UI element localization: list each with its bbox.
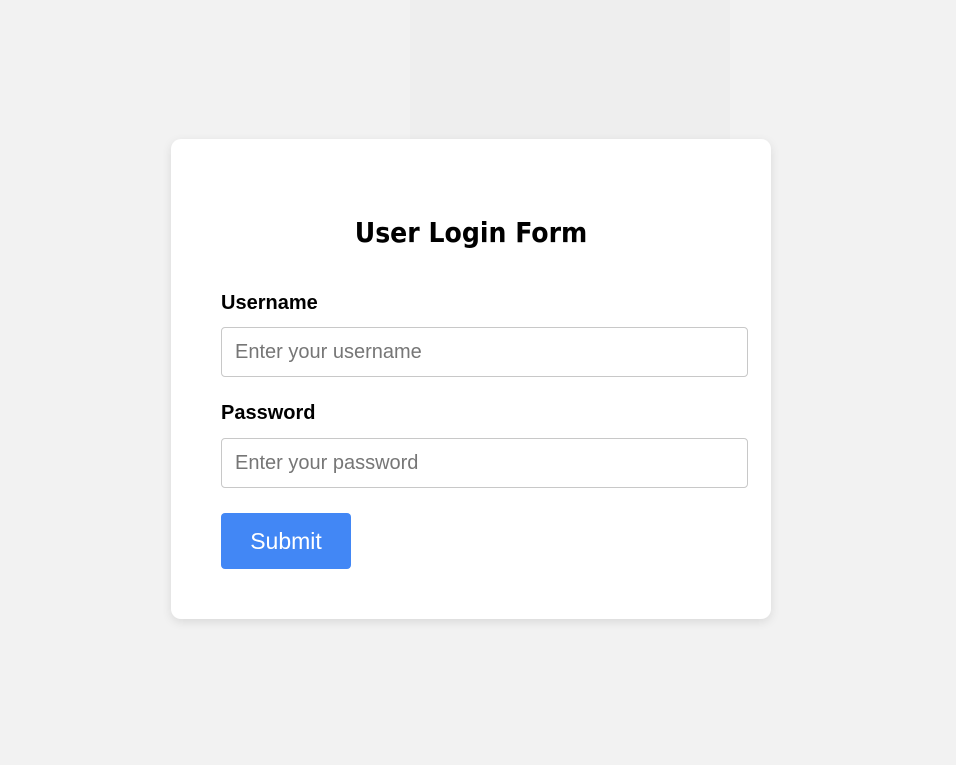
- background-panel: [410, 0, 730, 160]
- password-label: Password: [221, 402, 316, 424]
- submit-button[interactable]: Submit: [221, 513, 351, 569]
- form-title: User Login Form: [354, 216, 588, 249]
- login-card: User Login Form Username Password Submit: [171, 139, 771, 619]
- username-input[interactable]: [221, 327, 748, 377]
- username-label: Username: [221, 292, 318, 314]
- password-input[interactable]: [221, 438, 748, 488]
